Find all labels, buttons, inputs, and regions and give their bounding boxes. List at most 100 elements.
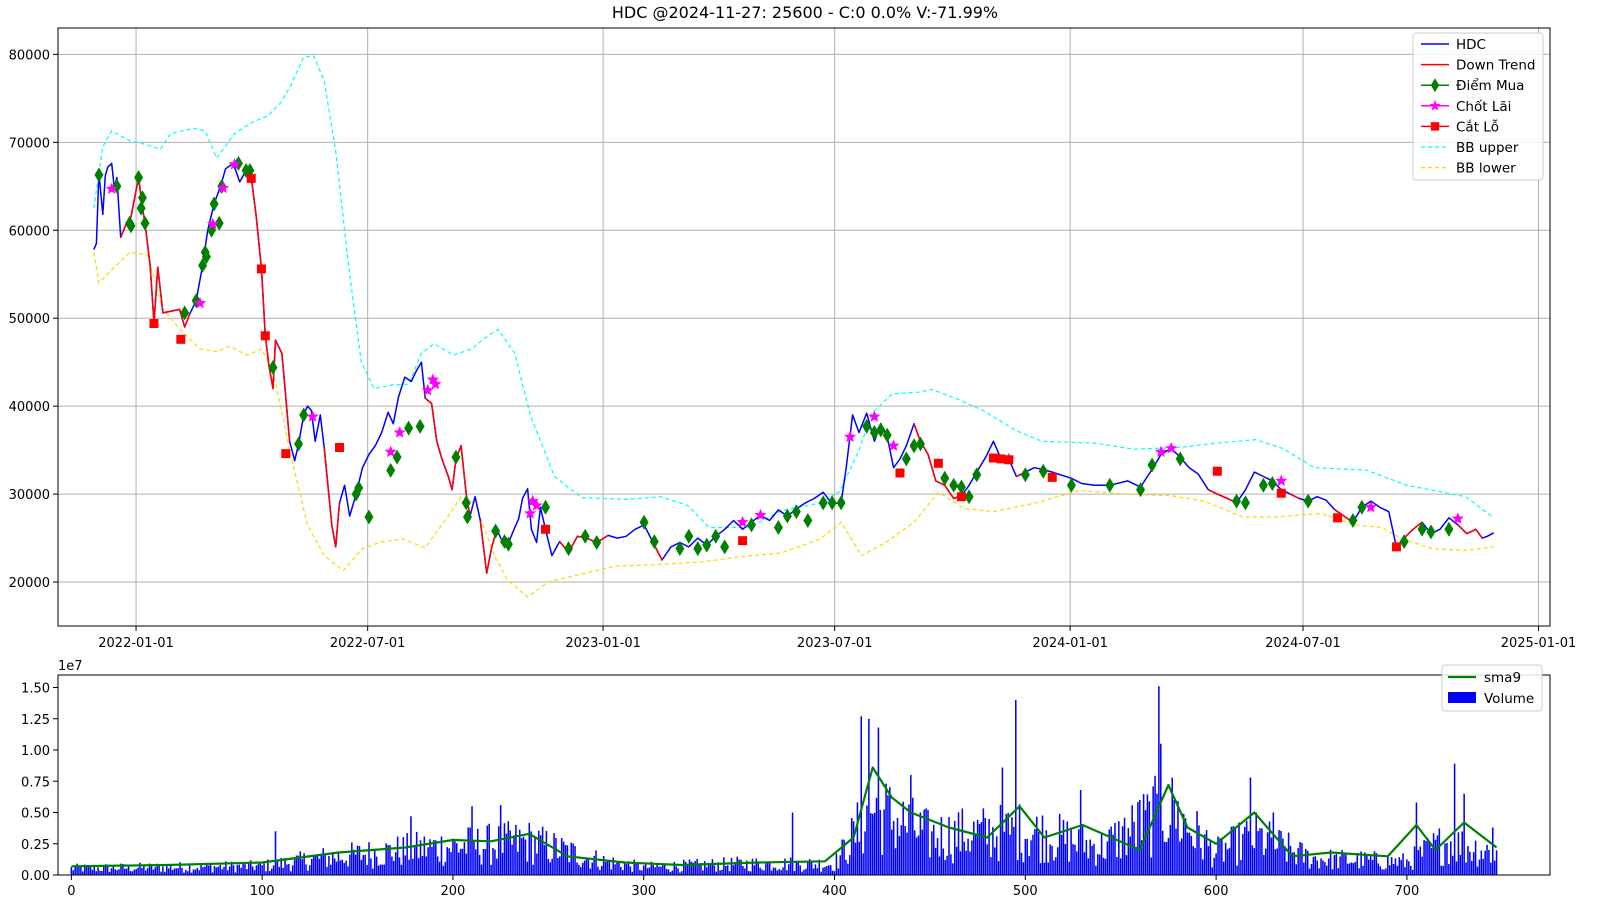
volume-bar xyxy=(841,839,843,875)
volume-bar xyxy=(375,856,378,875)
stop-loss-marker xyxy=(1047,472,1057,482)
volume-bar xyxy=(175,868,178,875)
volume-x-tick-label: 100 xyxy=(250,884,275,899)
volume-bar xyxy=(856,802,859,875)
volume-bar xyxy=(1276,848,1278,875)
volume-bar xyxy=(787,864,790,875)
volume-bar xyxy=(1316,860,1318,875)
volume-bar xyxy=(312,856,315,875)
volume-bar xyxy=(99,870,101,875)
volume-bar xyxy=(1409,865,1412,875)
volume-bar xyxy=(1249,777,1252,875)
volume-bar xyxy=(503,823,506,875)
volume-bar xyxy=(1102,857,1105,875)
volume-bar xyxy=(969,851,971,875)
volume-bar xyxy=(227,870,229,875)
volume-bar xyxy=(515,824,517,875)
legend-sma9-label: sma9 xyxy=(1484,670,1521,686)
volume-bar xyxy=(1039,863,1042,875)
volume-bar xyxy=(181,867,183,875)
volume-bar xyxy=(973,821,975,875)
volume-bar xyxy=(1060,834,1063,875)
stop-loss-marker xyxy=(149,318,159,328)
volume-bar xyxy=(373,849,376,875)
volume-bar xyxy=(744,868,746,875)
volume-bar xyxy=(1257,831,1259,875)
volume-bar xyxy=(791,812,794,875)
volume-bar xyxy=(286,864,288,875)
volume-bar xyxy=(1377,863,1380,875)
volume-bar xyxy=(398,857,401,875)
volume-bar xyxy=(1278,830,1280,875)
price-y-tick-label: 20000 xyxy=(9,576,50,591)
volume-bar xyxy=(599,869,601,875)
volume-bar xyxy=(536,853,538,875)
volume-bar xyxy=(688,859,691,875)
volume-x-tick-label: 0 xyxy=(67,884,75,899)
volume-bar xyxy=(97,867,99,875)
volume-bar xyxy=(1459,854,1462,875)
volume-bar xyxy=(1192,846,1194,875)
volume-bar xyxy=(591,862,593,875)
volume-bar xyxy=(1106,841,1109,875)
volume-bar xyxy=(1446,842,1448,875)
volume-bar xyxy=(522,836,525,875)
volume-bar xyxy=(913,830,916,875)
volume-bar xyxy=(807,860,809,875)
volume-bar xyxy=(1079,790,1082,875)
volume-bar xyxy=(667,869,670,875)
volume-bar xyxy=(412,858,414,875)
volume-bar xyxy=(957,812,960,875)
volume-bar xyxy=(444,861,447,875)
volume-y-tick-label: 1.25 xyxy=(21,713,50,728)
volume-bar xyxy=(1270,837,1273,875)
volume-bar xyxy=(1093,843,1095,875)
volume-bar xyxy=(360,859,363,875)
volume-bar xyxy=(587,857,590,875)
volume-bar xyxy=(1423,840,1425,875)
stop-loss-marker xyxy=(956,492,966,502)
volume-bar xyxy=(551,858,553,875)
volume-bar xyxy=(114,869,116,875)
volume-bar xyxy=(425,856,427,875)
volume-bar xyxy=(232,865,235,875)
volume-bar xyxy=(396,836,399,875)
volume-bar xyxy=(417,858,420,875)
volume-bar xyxy=(581,862,584,875)
volume-bar xyxy=(822,867,824,875)
legend-volume-label: Volume xyxy=(1484,691,1534,707)
volume-bar xyxy=(1335,851,1338,875)
volume-bar xyxy=(1253,848,1256,875)
volume-bar xyxy=(850,818,853,875)
volume-bar xyxy=(364,854,366,875)
volume-bar xyxy=(824,866,826,875)
volume-bar xyxy=(1177,801,1179,875)
volume-bar xyxy=(1047,862,1049,875)
volume-bar xyxy=(610,869,613,875)
volume-bar xyxy=(891,829,893,875)
volume-bar xyxy=(257,864,260,875)
volume-bar xyxy=(757,861,759,875)
volume-bar xyxy=(316,854,319,875)
volume-x-tick-label: 300 xyxy=(631,884,656,899)
volume-bar xyxy=(715,871,717,875)
volume-bar xyxy=(1032,834,1034,875)
price-plot-area xyxy=(58,28,1550,626)
volume-bar xyxy=(1167,837,1170,875)
volume-bar xyxy=(112,865,115,875)
volume-bar xyxy=(656,864,658,875)
legend-bb-upper-label: BB upper xyxy=(1456,140,1519,156)
volume-bar xyxy=(955,846,958,875)
volume-bar xyxy=(1366,855,1368,875)
legend-cat-lo-label: Cắt Lỗ xyxy=(1456,118,1499,135)
volume-bar xyxy=(318,858,321,875)
volume-bar xyxy=(911,797,914,875)
volume-bar xyxy=(1051,845,1053,875)
volume-bar xyxy=(85,866,88,875)
volume-bar xyxy=(1440,865,1443,875)
stop-loss-marker xyxy=(1004,455,1014,465)
volume-bar xyxy=(766,862,769,875)
volume-bar xyxy=(894,848,897,875)
volume-bar xyxy=(72,870,75,875)
volume-bar xyxy=(873,812,876,875)
